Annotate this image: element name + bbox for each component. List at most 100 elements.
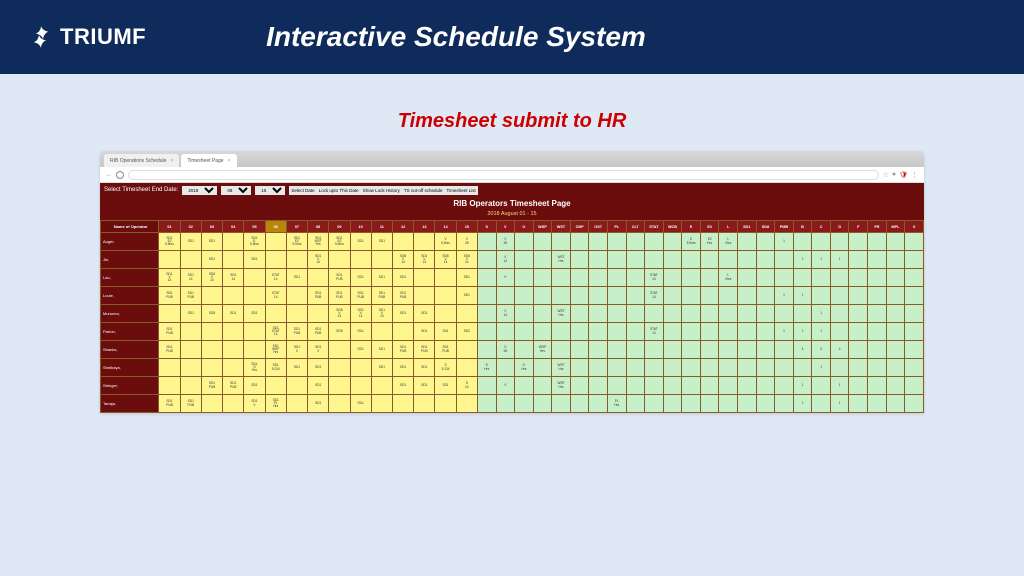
day-cell[interactable]: SD1	[414, 377, 435, 395]
day-cell[interactable]: SD1	[371, 269, 392, 287]
day-cell[interactable]	[308, 305, 329, 323]
day-cell[interactable]: SD1	[350, 233, 371, 251]
star-icon[interactable]: ☆	[883, 171, 889, 179]
day-cell[interactable]: SD1	[414, 305, 435, 323]
day-cell[interactable]: SD1PUB	[414, 341, 435, 359]
browser-tab[interactable]: Timesheet Page×	[181, 154, 236, 167]
day-cell[interactable]: SD1	[223, 305, 244, 323]
day-cell[interactable]	[180, 251, 201, 269]
day-cell[interactable]: SD1PUB	[308, 287, 329, 305]
day-cell[interactable]	[244, 341, 265, 359]
day-cell[interactable]: SD1V14	[371, 305, 392, 323]
day-cell[interactable]: SD15.234	[265, 359, 286, 377]
day-cell[interactable]: SD1	[392, 305, 413, 323]
show-lock-history-button[interactable]: Show Lock History	[361, 186, 402, 195]
day-cell[interactable]: SD1	[350, 269, 371, 287]
day-cell[interactable]	[265, 305, 286, 323]
day-cell[interactable]: SD1PUB	[371, 287, 392, 305]
close-icon[interactable]: ×	[228, 158, 231, 164]
day-cell[interactable]: SD1V	[244, 395, 265, 413]
day-cell[interactable]: SD1PUB	[180, 287, 201, 305]
day-cell[interactable]	[371, 251, 392, 269]
day-cell[interactable]: SD1PUB	[329, 287, 350, 305]
day-cell[interactable]	[223, 287, 244, 305]
day-cell[interactable]	[392, 233, 413, 251]
day-cell[interactable]	[308, 269, 329, 287]
day-cell[interactable]: SD1	[371, 341, 392, 359]
day-cell[interactable]	[329, 359, 350, 377]
day-cell[interactable]	[286, 251, 307, 269]
day-cell[interactable]	[223, 341, 244, 359]
day-cell[interactable]: SD1E5.5hrs	[244, 233, 265, 251]
day-cell[interactable]: STAT14	[265, 287, 286, 305]
day-cell[interactable]: SD1E25.5hrs	[286, 233, 307, 251]
day-cell[interactable]: SD1PUB	[392, 341, 413, 359]
day-cell[interactable]: SD1PUB	[159, 341, 180, 359]
timesheet-list-button[interactable]: Timesheet List	[445, 186, 478, 195]
day-cell[interactable]: SD1	[392, 269, 413, 287]
day-cell[interactable]: SD1	[201, 251, 222, 269]
day-cell[interactable]	[456, 341, 477, 359]
day-cell[interactable]: SD1PUB	[180, 395, 201, 413]
browser-tab[interactable]: RIB Operations Schedule×	[104, 154, 179, 167]
day-cell[interactable]	[329, 251, 350, 269]
day-cell[interactable]: SD8	[201, 305, 222, 323]
day-cell[interactable]: S5.234	[435, 359, 456, 377]
day-cell[interactable]: SD1PUB	[350, 287, 371, 305]
day-cell[interactable]	[329, 395, 350, 413]
day-cell[interactable]	[201, 359, 222, 377]
day-cell[interactable]	[456, 305, 477, 323]
lock-upto-this-date-button[interactable]: Lock upto This Date	[317, 186, 361, 195]
day-cell[interactable]: SD1V	[286, 341, 307, 359]
day-cell[interactable]: SD8V14	[456, 251, 477, 269]
day-cell[interactable]	[180, 341, 201, 359]
day-cell[interactable]: SD1	[371, 359, 392, 377]
day-cell[interactable]	[286, 395, 307, 413]
day-cell[interactable]	[371, 323, 392, 341]
day-cell[interactable]	[371, 395, 392, 413]
day-cell[interactable]: SD1	[244, 251, 265, 269]
day-cell[interactable]	[180, 323, 201, 341]
day-cell[interactable]	[159, 251, 180, 269]
day-cell[interactable]: SD1	[371, 233, 392, 251]
day-cell[interactable]: SD1PUB	[286, 323, 307, 341]
day-cell[interactable]: SD1V	[308, 341, 329, 359]
day-cell[interactable]: SD1	[350, 323, 371, 341]
day-cell[interactable]: SD1V14	[159, 269, 180, 287]
day-cell[interactable]: SD1WSTHrs	[308, 233, 329, 251]
day-cell[interactable]: SD8V14	[329, 305, 350, 323]
day-cell[interactable]: SD1	[286, 269, 307, 287]
day-cell[interactable]: SD1	[308, 377, 329, 395]
day-cell[interactable]: SD1	[286, 359, 307, 377]
day-cell[interactable]	[286, 377, 307, 395]
day-cell[interactable]	[223, 323, 244, 341]
day-cell[interactable]	[223, 359, 244, 377]
day-cell[interactable]	[435, 287, 456, 305]
day-cell[interactable]: SD1	[350, 395, 371, 413]
day-cell[interactable]: SD1WSPHrs	[265, 341, 286, 359]
url-input[interactable]	[128, 170, 879, 180]
day-cell[interactable]	[435, 395, 456, 413]
day-cell[interactable]	[286, 305, 307, 323]
day-cell[interactable]: SD1	[244, 377, 265, 395]
day-cell[interactable]: SD8	[329, 323, 350, 341]
day-cell[interactable]	[456, 395, 477, 413]
day-cell[interactable]	[159, 305, 180, 323]
day-cell[interactable]: SD1E25.5hrs	[159, 233, 180, 251]
day-cell[interactable]: SD1	[456, 269, 477, 287]
day-cell[interactable]	[329, 377, 350, 395]
day-cell[interactable]: SD1PUB	[392, 287, 413, 305]
day-cell[interactable]	[414, 269, 435, 287]
day-cell[interactable]	[329, 341, 350, 359]
day-cell[interactable]: SD1	[392, 377, 413, 395]
day-cell[interactable]	[244, 269, 265, 287]
day-select[interactable]: 15	[255, 186, 285, 195]
extension-icon[interactable]: ●	[892, 171, 896, 178]
day-cell[interactable]: SD1	[308, 359, 329, 377]
day-cell[interactable]: SD1PUB	[329, 269, 350, 287]
day-cell[interactable]: SD1E25.5hrs	[329, 233, 350, 251]
select-date-button[interactable]: Select Date	[289, 186, 316, 195]
day-cell[interactable]: V5.5hrs	[435, 233, 456, 251]
day-cell[interactable]: SD1	[414, 323, 435, 341]
day-cell[interactable]	[350, 251, 371, 269]
